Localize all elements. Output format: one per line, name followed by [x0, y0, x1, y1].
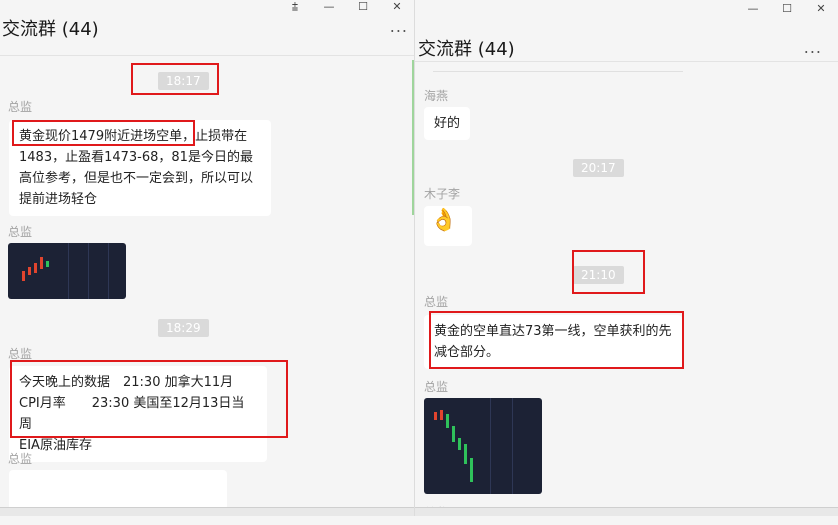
sender-name: 总监: [8, 225, 33, 239]
message-list[interactable]: 18:17 总监 黄金现价1479附近进场空单，止损带在1483，止盈看1473…: [0, 57, 414, 516]
close-icon[interactable]: ✕: [804, 2, 838, 20]
sender-name: 总监: [8, 100, 33, 114]
sender-name: 总监: [424, 295, 449, 309]
desktop: 交流群 (44) ⩲ — ☐ ✕ ... 18:17 总监 黄金现价1479附近…: [0, 0, 838, 525]
chart-candle: [458, 438, 461, 450]
chart-candle: [440, 410, 443, 420]
timestamp: 20:17: [573, 159, 624, 177]
message-bubble[interactable]: 黄金现价1479附近进场空单，止损带在1483，止盈看1473-68，81是今日…: [9, 120, 271, 216]
message-line: EIA原油库存: [19, 438, 92, 453]
message-bubble[interactable]: 👌: [424, 206, 472, 246]
title-bar: 交流群 (44) — ☐ ✕ ...: [415, 0, 838, 62]
close-icon[interactable]: ✕: [380, 0, 414, 18]
chart-candle: [28, 267, 31, 275]
message-text: 黄金的空单直达73第一线，空单获利的先减仓部分。: [434, 324, 672, 360]
maximize-icon[interactable]: ☐: [346, 0, 380, 18]
timestamp: 18:17: [158, 72, 209, 90]
sender-name: 木子李: [424, 187, 461, 201]
message-text-highlight: 黄金现价1479附近进场空单: [19, 129, 183, 144]
minimize-icon[interactable]: —: [312, 0, 346, 18]
divider: [433, 71, 683, 72]
chat-title: 交流群 (44): [2, 19, 99, 40]
minimize-icon[interactable]: —: [736, 2, 770, 20]
taskbar: [0, 507, 414, 516]
message-bubble[interactable]: 今天晚上的数据 21:30 加拿大11月 CPI月率 23:30 美国至12月1…: [9, 366, 267, 462]
timestamp: 18:29: [158, 319, 209, 337]
chart-candle: [464, 444, 467, 464]
taskbar: [415, 507, 838, 516]
message-bubble[interactable]: [9, 470, 227, 510]
ok-hand-icon: 👌: [430, 208, 458, 233]
chart-image[interactable]: [424, 398, 542, 494]
sender-name: 海燕: [424, 89, 449, 103]
chat-title: 交流群 (44): [418, 39, 515, 60]
chart-candle: [446, 414, 449, 428]
message-line: 今天晚上的数据 21:30 加拿大11月: [19, 375, 234, 390]
message-text: 好的: [434, 116, 461, 131]
chart-candle: [434, 412, 437, 420]
timestamp: 21:10: [573, 266, 624, 284]
sender-name: 总监: [424, 380, 449, 394]
sender-name: 总监: [8, 347, 33, 361]
more-options-icon[interactable]: ...: [804, 38, 822, 57]
chat-window-left: 交流群 (44) ⩲ — ☐ ✕ ... 18:17 总监 黄金现价1479附近…: [0, 0, 414, 516]
sender-name: 总监: [8, 452, 33, 466]
chart-candle: [22, 271, 25, 281]
chart-image[interactable]: [8, 243, 126, 299]
chat-window-right: 交流群 (44) — ☐ ✕ ... 海燕 好的 20:17 木子李 👌 21:…: [414, 0, 838, 516]
window-controls: ⩲ — ☐ ✕: [278, 0, 414, 18]
maximize-icon[interactable]: ☐: [770, 2, 804, 20]
message-bubble[interactable]: 黄金的空单直达73第一线，空单获利的先减仓部分。: [424, 315, 682, 369]
title-bar: 交流群 (44) ⩲ — ☐ ✕ ...: [0, 0, 414, 56]
message-line: CPI月率 23:30 美国至12月13日当周: [19, 396, 245, 432]
window-controls: — ☐ ✕: [736, 2, 838, 20]
chart-candle: [452, 426, 455, 442]
more-options-icon[interactable]: ...: [390, 17, 408, 36]
chart-candle: [34, 263, 37, 273]
message-bubble[interactable]: 好的: [424, 107, 471, 140]
message-list[interactable]: 海燕 好的 20:17 木子李 👌 21:10 总监 黄金的空单直达73第一线，…: [415, 63, 838, 516]
chart-candle: [40, 257, 43, 269]
pin-icon[interactable]: ⩲: [278, 0, 312, 18]
chart-candle: [470, 458, 473, 482]
chart-candle: [46, 261, 49, 267]
